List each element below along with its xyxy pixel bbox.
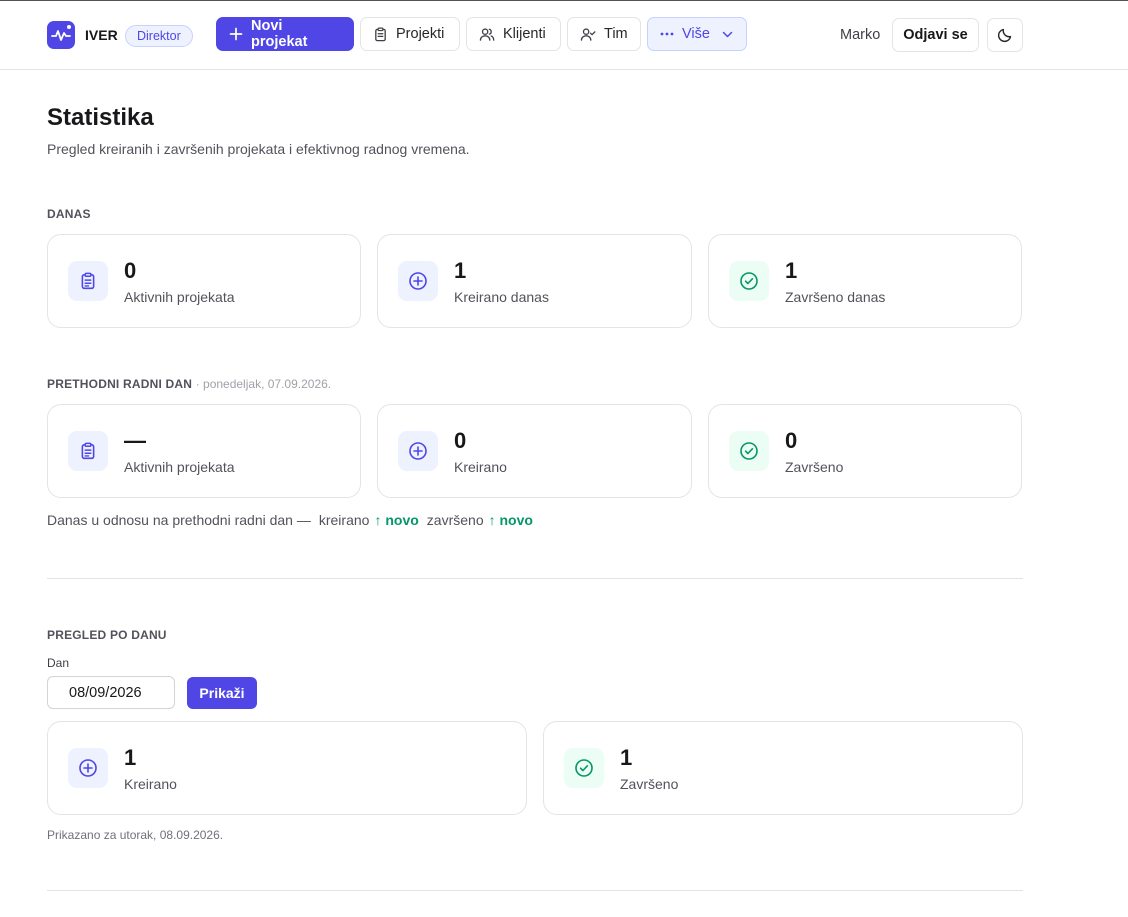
plus-icon [229, 27, 243, 41]
stat-value: 1 [620, 745, 633, 770]
theme-toggle-button[interactable] [987, 18, 1023, 52]
comparison-created-value: ↑ novo [374, 512, 419, 528]
plus-circle-icon [68, 748, 108, 788]
stat-value: 1 [785, 258, 798, 283]
previous-section-label: PRETHODNI RADNI DAN · ponedeljak, 07.09.… [47, 377, 331, 391]
page-subtitle: Pregled kreiranih i završenih projekata … [47, 141, 470, 157]
stat-label: Kreirano [454, 459, 507, 475]
nav-team-button[interactable]: Tim [567, 17, 641, 51]
nav-clients-button[interactable]: Klijenti [466, 17, 561, 51]
clipboard-icon [68, 261, 108, 301]
check-circle-icon [729, 261, 769, 301]
logout-button[interactable]: Odjavi se [892, 18, 979, 52]
comparison-prefix: Danas u odnosu na prethodni radni dan — [47, 512, 311, 528]
show-button[interactable]: Prikaži [187, 677, 257, 709]
role-badge: Direktor [125, 25, 193, 47]
nav-team-label: Tim [604, 26, 628, 42]
comparison-completed-label: završeno [426, 512, 484, 528]
top-navbar: IVER Direktor Novi projekat Projekti Kli… [0, 1, 1128, 70]
moon-icon [997, 28, 1012, 43]
chevron-down-icon [722, 31, 733, 37]
stat-value: 1 [454, 258, 467, 283]
previous-section-title: PRETHODNI RADNI DAN [47, 377, 193, 391]
stat-value: 1 [124, 745, 137, 770]
clipboard-icon [68, 431, 108, 471]
nav-more-dropdown[interactable]: Više [647, 17, 747, 51]
stat-label: Aktivnih projekata [124, 289, 235, 305]
stat-value: 0 [124, 258, 137, 283]
stat-label: Kreirano danas [454, 289, 549, 305]
stat-card-created-today: 1 Kreirano danas [377, 234, 692, 328]
previous-section-date: · ponedeljak, 07.09.2026. [195, 377, 332, 391]
ellipsis-icon [660, 32, 674, 36]
nav-projects-label: Projekti [396, 26, 445, 42]
page-title: Statistika [47, 104, 154, 131]
stat-card-created-by-day: 1 Kreirano [47, 721, 527, 815]
today-section-label: DANAS [47, 207, 91, 221]
stat-value: 0 [785, 428, 798, 453]
stat-card-active-previous: — Aktivnih projekata [47, 404, 361, 498]
nav-more-label: Više [682, 26, 710, 42]
stat-label: Kreirano [124, 776, 177, 792]
by-day-section-label: PREGLED PO DANU [47, 628, 167, 642]
stat-label: Završeno [620, 776, 679, 792]
stat-label: Aktivnih projekata [124, 459, 235, 475]
stat-label: Završeno danas [785, 289, 886, 305]
comparison-completed-value: ↑ novo [488, 512, 533, 528]
stat-card-completed-today: 1 Završeno danas [708, 234, 1022, 328]
check-circle-icon [729, 431, 769, 471]
stat-card-active-today: 0 Aktivnih projekata [47, 234, 361, 328]
day-field-label: Dan [47, 656, 70, 670]
stat-card-completed-previous: 0 Završeno [708, 404, 1022, 498]
new-project-button[interactable]: Novi projekat [216, 17, 354, 51]
plus-circle-icon [398, 431, 438, 471]
brand-name: IVER [85, 27, 118, 43]
day-date-input[interactable] [47, 676, 175, 709]
stat-card-completed-by-day: 1 Završeno [543, 721, 1023, 815]
nav-clients-label: Klijenti [503, 26, 546, 42]
nav-projects-button[interactable]: Projekti [360, 17, 460, 51]
user-check-icon [580, 27, 596, 41]
pulse-logo-icon[interactable] [47, 21, 75, 49]
section-divider [47, 890, 1023, 891]
current-user-name: Marko [840, 27, 881, 43]
stat-value: 0 [454, 428, 467, 453]
check-circle-icon [564, 748, 604, 788]
day-comparison: Danas u odnosu na prethodni radni dan — … [47, 512, 533, 528]
stat-card-created-previous: 0 Kreirano [377, 404, 692, 498]
clipboard-icon [375, 27, 386, 41]
stat-value: — [124, 428, 146, 453]
users-icon [479, 27, 495, 41]
section-divider [47, 578, 1023, 579]
new-project-label: Novi projekat [251, 18, 308, 50]
shown-for-caption: Prikazano za utorak, 08.09.2026. [47, 828, 224, 842]
plus-circle-icon [398, 261, 438, 301]
stat-label: Završeno [785, 459, 844, 475]
comparison-created-label: kreirano [318, 512, 370, 528]
